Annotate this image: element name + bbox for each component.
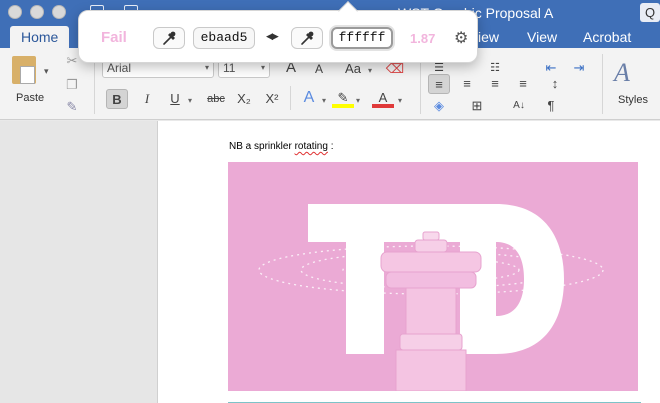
chevron-down-icon[interactable]: ▾ (356, 96, 360, 105)
font-size-value: 11 (223, 61, 236, 75)
subscript-button[interactable]: X₂ (232, 89, 256, 109)
font-name-value: Arial (107, 61, 132, 75)
caption-prefix: NB a sprinkler (229, 141, 295, 152)
divider (602, 54, 603, 114)
show-formatting-button[interactable]: ¶ (540, 96, 562, 116)
contrast-checker-popover: Fail ebaad5 ◀▶ ffffff 1.87 ⚙ (78, 1, 478, 63)
foreground-eyedropper-button[interactable] (153, 27, 185, 49)
chevron-down-icon[interactable]: ▾ (398, 96, 402, 105)
chevron-down-icon[interactable]: ▾ (368, 66, 372, 75)
divider (290, 86, 291, 110)
chevron-down-icon[interactable]: ▾ (322, 96, 326, 105)
shading-icon[interactable]: ◈ (428, 96, 450, 116)
increase-indent-icon[interactable]: ⇥ (568, 58, 590, 78)
chevron-down-icon[interactable]: ▾ (188, 96, 192, 105)
line-spacing-icon[interactable]: ↕ (544, 74, 566, 94)
contrast-status: Fail (101, 29, 127, 46)
help-search-icon[interactable]: Q (640, 3, 660, 22)
foreground-hex-field[interactable]: ebaad5 (193, 27, 255, 49)
close-window-button[interactable] (8, 5, 22, 19)
styles-icon[interactable]: A (614, 58, 640, 88)
paste-label: Paste (16, 92, 45, 104)
chevron-down-icon: ▾ (204, 63, 209, 72)
eyedropper-icon (163, 31, 176, 45)
background-eyedropper-button[interactable] (291, 27, 323, 49)
superscript-button[interactable]: X² (260, 89, 284, 109)
font-color-button[interactable]: A (372, 88, 394, 108)
paste-icon[interactable] (12, 56, 36, 84)
document-gutter (0, 121, 157, 403)
copy-icon[interactable]: ❐ (64, 78, 80, 92)
tab-acrobat[interactable]: Acrobat (583, 29, 631, 45)
divider (94, 54, 95, 114)
underline-button[interactable]: U (164, 89, 186, 109)
sprinkler-image[interactable] (228, 162, 638, 391)
paste-dropdown-icon[interactable]: ▾ (44, 66, 49, 77)
document-caption[interactable]: NB a sprinkler rotating : (229, 141, 334, 152)
swap-colors-icon[interactable]: ◀▶ (266, 31, 279, 42)
format-painter-icon[interactable]: ✎ (64, 100, 80, 114)
borders-icon[interactable]: ⊞ (466, 96, 488, 116)
caption-suffix: : (327, 141, 334, 152)
gear-icon[interactable]: ⚙ (454, 28, 468, 48)
strikethrough-button[interactable]: abc (202, 89, 230, 109)
tab-view[interactable]: View (527, 29, 557, 45)
misspelled-word[interactable]: rotating (295, 141, 328, 152)
contrast-ratio: 1.87 (410, 31, 436, 46)
minimize-window-button[interactable] (30, 5, 44, 19)
italic-button[interactable]: I (136, 89, 158, 109)
chevron-down-icon: ▾ (260, 63, 265, 72)
tab-review[interactable]: iew (478, 29, 499, 45)
sprinkler-illustration (258, 204, 604, 391)
justify-icon[interactable]: ≡ (512, 74, 534, 94)
document-page[interactable]: NB a sprinkler rotating : (157, 121, 660, 403)
background-hex-field[interactable]: ffffff (331, 27, 393, 49)
highlight-color-icon[interactable]: ✎ (332, 88, 354, 108)
eyedropper-icon (301, 31, 314, 45)
styles-label: Styles (618, 94, 648, 106)
divider (420, 54, 421, 114)
text-effects-button[interactable]: A (298, 88, 320, 108)
tab-home[interactable]: Home (10, 26, 70, 48)
align-right-icon[interactable]: ≡ (484, 74, 506, 94)
align-center-icon[interactable]: ≡ (456, 74, 478, 94)
sort-icon[interactable]: A↓ (508, 96, 530, 116)
bold-button[interactable]: B (106, 89, 128, 109)
zoom-window-button[interactable] (52, 5, 66, 19)
align-left-icon[interactable]: ≡ (428, 74, 450, 94)
